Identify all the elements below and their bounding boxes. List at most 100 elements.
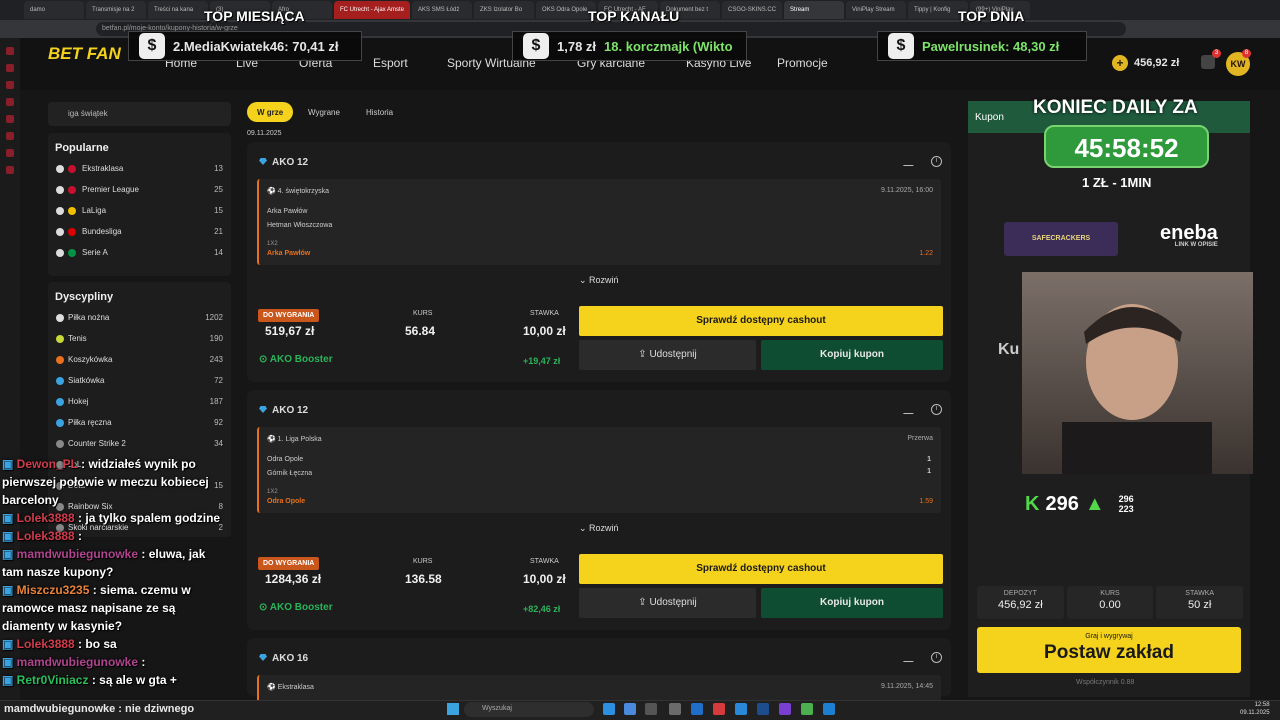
filter-historia[interactable]: Historia — [356, 102, 403, 122]
browser-tab[interactable]: Treści na kana — [148, 1, 208, 19]
copy-coupon-button[interactable]: Kopiuj kupon — [761, 588, 943, 618]
overlay-top-channel-label: TOP KANAŁU — [588, 8, 680, 24]
share-button[interactable]: ⇪ Udostępnij — [579, 340, 756, 370]
odds-value: 136.58 — [405, 572, 442, 586]
files-icon[interactable] — [624, 703, 636, 715]
sidebar-item[interactable]: Piłka ręczna 92 — [56, 412, 223, 433]
overlay-top-channel: $ 1,78 zł 18. korczmajk (Wikto — [512, 31, 747, 61]
sidebar-app-icon[interactable] — [6, 115, 14, 123]
chat-username[interactable]: mamdwubiegunowke — [17, 547, 138, 561]
sidebar-item[interactable]: Hokej 187 — [56, 391, 223, 412]
sidebar-app-icon[interactable] — [6, 98, 14, 106]
ball-icon — [56, 397, 64, 406]
match-row[interactable]: ⚽ 4. świętokrzyska 9.11.2025, 16:00 Arka … — [257, 179, 941, 265]
sidebar-app-icon[interactable] — [6, 64, 14, 72]
betfan-logo[interactable]: BET FAN — [48, 45, 121, 62]
sidebar-item-count: 187 — [209, 397, 223, 406]
windows-start-icon[interactable] — [447, 703, 459, 715]
browser-tab[interactable]: Stream — [784, 1, 845, 19]
sidebar-item[interactable]: Koszykówka 243 — [56, 349, 223, 370]
chat-message: ▣ mamdwubiegunowke : — [2, 655, 146, 669]
browser-tab[interactable]: ZKS Izolator Bo — [474, 1, 535, 19]
nav-esport[interactable]: Esport — [373, 56, 408, 70]
expand-button[interactable]: ⌄ Rozwiń — [579, 523, 619, 534]
sidebar-item[interactable]: Tenis 190 — [56, 328, 223, 349]
browser-tab[interactable]: AKS SMS Łódź — [412, 1, 473, 19]
browser-tab[interactable]: FC Utrecht - Ajax Amste — [334, 1, 411, 19]
filter-wygrane[interactable]: Wygrane — [298, 102, 350, 122]
sidebar-app-icon[interactable] — [6, 149, 14, 157]
edit-icon[interactable] — [903, 156, 917, 166]
steam-icon[interactable] — [823, 703, 835, 715]
sidebar-item-count: 243 — [209, 355, 223, 364]
search-input[interactable]: iga świątek — [48, 102, 231, 126]
app-icon[interactable] — [691, 703, 703, 715]
nav-promocje[interactable]: Promocje — [777, 56, 828, 70]
expand-button[interactable]: ⌄ Rozwiń — [579, 275, 619, 286]
chat-username[interactable]: Lolek3888 — [17, 637, 75, 651]
sidebar-item[interactable]: Ekstraklasa 13 — [56, 158, 223, 179]
sidebar-item[interactable]: Counter Strike 2 34 — [56, 433, 223, 454]
score-home: 1 — [927, 456, 931, 463]
sidebar-item[interactable]: LaLiga 15 — [56, 200, 223, 221]
edit-icon[interactable] — [903, 404, 917, 414]
info-icon[interactable]: i — [931, 652, 942, 663]
browser-tab[interactable]: ViniPlay Stream — [846, 1, 907, 19]
app-icon[interactable] — [669, 703, 681, 715]
ball-icon — [56, 206, 64, 215]
sidebar-item[interactable]: Bundesliga 21 — [56, 221, 223, 242]
filter-w-grze[interactable]: W grze — [247, 102, 294, 122]
cashout-button[interactable]: Sprawdź dostępny cashout — [579, 554, 943, 584]
sidebar-item-label: Koszykówka — [68, 355, 113, 364]
ball-icon — [56, 185, 64, 194]
ball-icon — [56, 248, 64, 257]
sidebar-app-icon[interactable] — [6, 132, 14, 140]
chat-username[interactable]: Lolek3888 — [17, 529, 75, 543]
stat-stawka[interactable]: STAWKA 50 zł — [1156, 586, 1244, 619]
sidebar-app-icon[interactable] — [6, 166, 14, 174]
copy-coupon-button[interactable]: Kopiuj kupon — [761, 340, 943, 370]
chat-message: ▣ mamdwubiegunowke : eluwa, jak tam nasz… — [2, 547, 206, 579]
match-row[interactable]: ⚽ 1. Liga Polska Przerwa Odra Opole Górni… — [257, 427, 941, 513]
chat-username[interactable]: Dewon_PL — [17, 457, 78, 471]
booster-icon: ⊙ — [259, 602, 270, 613]
stream-chat: ▣ Dewon_PL : widziałeś wynik po pierwsze… — [0, 455, 226, 700]
chat-username[interactable]: Miszczu3235 — [17, 583, 90, 597]
coin-icon: + — [1112, 55, 1128, 71]
sidebar-item-label: Piłka nożna — [68, 313, 110, 322]
app-icon[interactable] — [645, 703, 657, 715]
share-button[interactable]: ⇪ Udostępnij — [579, 588, 756, 618]
sidebar-app-icon[interactable] — [6, 81, 14, 89]
balance[interactable]: + 456,92 zł — [1112, 53, 1179, 73]
sidebar-app-icon[interactable] — [6, 47, 14, 55]
edge-icon[interactable] — [603, 703, 615, 715]
browser-tab[interactable]: damo — [24, 1, 84, 19]
info-icon[interactable]: i — [931, 404, 942, 415]
taskbar-clock[interactable]: 12:58 09.11.2025 — [1240, 701, 1270, 717]
chat-username[interactable]: Lolek3888 — [17, 511, 75, 525]
chat-username[interactable]: Retr0Viniacz — [17, 673, 89, 687]
app-icon[interactable] — [779, 703, 791, 715]
app-icon[interactable] — [757, 703, 769, 715]
ball-icon — [56, 164, 64, 173]
cashout-button[interactable]: Sprawdź dostępny cashout — [579, 306, 943, 336]
chat-username[interactable]: mamdwubiegunowke — [17, 655, 138, 669]
pick: Arka Pawłów — [267, 250, 311, 257]
sidebar-item[interactable]: Premier League 25 — [56, 179, 223, 200]
sidebar-item[interactable]: Serie A 14 — [56, 242, 223, 263]
sidebar-item[interactable]: Piłka nożna 1202 — [56, 307, 223, 328]
place-bet-button[interactable]: Graj i wygrywaj Postaw zakład — [977, 627, 1241, 673]
info-icon[interactable]: i — [931, 156, 942, 167]
browser-tab[interactable]: Transmisje na 2 — [86, 1, 146, 19]
daily-end-label: KONIEC DAILY ZA — [1033, 97, 1198, 118]
notification-badge: 3 — [1212, 49, 1221, 58]
edit-icon[interactable] — [903, 652, 917, 662]
opera-icon[interactable] — [713, 703, 725, 715]
sidebar-item[interactable]: Siatkówka 72 — [56, 370, 223, 391]
app-icon[interactable] — [801, 703, 813, 715]
chat-badge-icon: ▣ — [2, 529, 17, 543]
app-icon[interactable] — [735, 703, 747, 715]
browser-tab[interactable]: CSGO-SKINS.CC — [722, 1, 783, 19]
taskbar-search[interactable]: Wyszukaj — [464, 702, 594, 717]
overlay-top-month: $ 2.MediaKwiatek46: 70,41 zł — [128, 31, 362, 61]
